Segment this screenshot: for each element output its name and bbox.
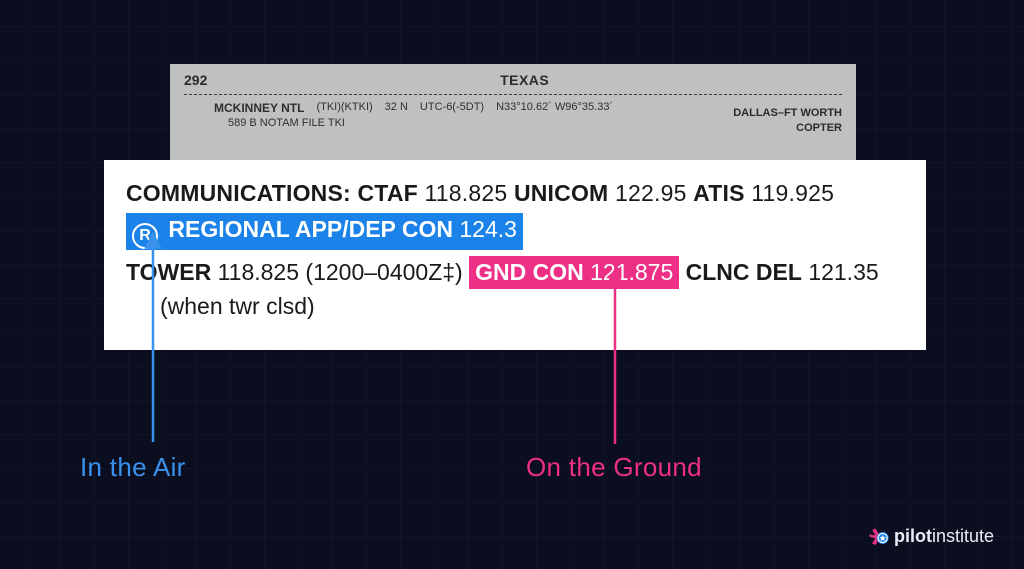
- brand-badge-icon: [868, 527, 888, 547]
- ctaf-label: CTAF: [357, 180, 417, 206]
- atis-freq: 119.925: [751, 180, 834, 206]
- app-dep-highlight: R REGIONAL APP/DEP CON 124.3: [126, 213, 523, 250]
- callout-in-the-air: In the Air: [80, 452, 186, 483]
- airport-utc: UTC-6(-5DT): [420, 101, 484, 113]
- tower-hours: (1200–0400Z‡): [305, 259, 462, 285]
- copter-label: COPTER: [733, 121, 842, 136]
- gnd-highlight: GND CON 121.875: [469, 256, 679, 289]
- gnd-label: GND CON: [475, 259, 584, 285]
- airport-idents: (TKI)(KTKI): [316, 101, 372, 113]
- state-heading: TEXAS: [207, 72, 842, 88]
- brand-text: pilotinstitute: [894, 526, 994, 547]
- atis-label: ATIS: [693, 180, 744, 206]
- page-number: 292: [184, 72, 207, 88]
- clnc-freq: 121.35: [808, 259, 878, 285]
- comm-line-3: TOWER 118.825 (1200–0400Z‡) GND CON 121.…: [126, 256, 904, 289]
- divider-dashed: [184, 94, 842, 95]
- comm-line-1: COMMUNICATIONS: CTAF 118.825 UNICOM 122.…: [126, 178, 904, 209]
- airport-coords: N33°10.62´ W96°35.33´: [496, 101, 613, 113]
- app-dep-label: REGIONAL APP/DEP CON: [168, 216, 453, 242]
- communications-panel: COMMUNICATIONS: CTAF 118.825 UNICOM 122.…: [104, 160, 926, 350]
- unicom-freq: 122.95: [615, 180, 687, 206]
- unicom-label: UNICOM: [514, 180, 608, 206]
- callout-on-the-ground: On the Ground: [526, 452, 702, 483]
- clnc-label: CLNC DEL: [686, 259, 802, 285]
- airport-loc: 32 N: [385, 101, 408, 113]
- comm-line-2: R REGIONAL APP/DEP CON 124.3: [126, 213, 904, 250]
- gnd-freq: 121.875: [590, 259, 673, 285]
- tower-label: TOWER: [126, 259, 211, 285]
- chart-supplement-header: 292 TEXAS MCKINNEY NTL (TKI)(KTKI) 32 N …: [170, 64, 856, 160]
- tower-freq: 118.825: [218, 259, 299, 285]
- ctaf-freq: 118.825: [425, 180, 508, 206]
- brand-light: institute: [932, 526, 994, 546]
- brand-logo: pilotinstitute: [868, 526, 994, 547]
- comm-heading: COMMUNICATIONS:: [126, 180, 351, 206]
- brand-bold: pilot: [894, 526, 932, 546]
- sectional-region: DALLAS–FT WORTH: [733, 106, 842, 121]
- airport-name: MCKINNEY NTL: [214, 101, 304, 115]
- app-dep-freq: 124.3: [459, 216, 517, 242]
- comm-note: (when twr clsd): [126, 291, 904, 322]
- registered-icon: R: [132, 223, 158, 249]
